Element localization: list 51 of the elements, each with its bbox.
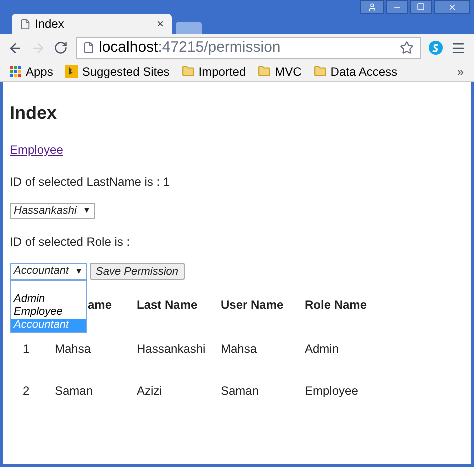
table-cell-text: 2	[22, 383, 31, 400]
role-id-text: ID of selected Role is :	[10, 234, 132, 251]
browser-tab[interactable]: Index ×	[12, 14, 172, 34]
bookmark-item[interactable]: Apps	[10, 62, 54, 80]
bookmark-item[interactable]: Data Access	[314, 62, 398, 80]
address-bar[interactable]: localhost:47215/permission	[76, 37, 421, 59]
column-header: User Name	[221, 297, 285, 314]
page-icon	[83, 42, 95, 54]
star-icon[interactable]	[400, 41, 414, 55]
maximize-button[interactable]	[410, 0, 432, 14]
lastname-id-text: ID of selected LastName is : 1	[10, 174, 172, 191]
table-cell-text: 1	[22, 341, 31, 358]
lastname-select[interactable]: Hassankashi ▼	[10, 203, 95, 219]
page-icon	[20, 18, 31, 30]
employee-link[interactable]: Employee	[10, 141, 64, 159]
tab-close-button[interactable]: ×	[156, 15, 164, 33]
table-cell-text: Hassankashi	[137, 341, 207, 358]
close-button[interactable]	[434, 0, 470, 14]
bookmark-item[interactable]: Imported	[182, 62, 246, 80]
apps-grid-icon	[10, 66, 22, 78]
reload-icon[interactable]	[54, 41, 68, 55]
maximize-icon	[417, 3, 425, 11]
s-logo-icon[interactable]	[429, 41, 443, 55]
b-logo-icon	[65, 65, 78, 78]
role-select[interactable]: Accountant ▼	[10, 263, 87, 280]
folder-icon	[182, 65, 195, 78]
table-cell-text: Admin	[305, 341, 340, 358]
bookmark-item[interactable]: MVC	[258, 62, 302, 80]
profile-button[interactable]	[360, 0, 384, 14]
dropdown-option[interactable]: Employee	[11, 306, 86, 319]
more-bookmarks-button[interactable]: »	[457, 62, 464, 80]
save-permission-button[interactable]: Save Permission	[90, 263, 185, 280]
table-cell-text: Mahsa	[55, 341, 92, 358]
table-cell-text: Azizi	[137, 383, 164, 400]
column-header: Last Name	[137, 297, 199, 314]
close-icon	[448, 2, 456, 12]
table-cell-text: Saman	[221, 383, 260, 400]
person-icon	[368, 2, 376, 12]
table-cell-text: Saman	[55, 383, 94, 400]
table-cell-text: Employee	[305, 383, 360, 400]
page-heading: Index	[10, 102, 58, 125]
folder-icon	[314, 65, 327, 78]
dropdown-option[interactable]: Admin	[11, 293, 86, 306]
tab-title: Index	[35, 16, 66, 33]
back-icon[interactable]	[8, 40, 23, 56]
menu-icon[interactable]	[451, 40, 466, 56]
table-cell-text: Mahsa	[221, 341, 258, 358]
column-header: Role Name	[305, 297, 368, 314]
url-text: localhost:47215/permission	[99, 38, 282, 58]
bookmark-item[interactable]: Suggested Sites	[65, 62, 170, 80]
folder-icon	[258, 65, 272, 78]
